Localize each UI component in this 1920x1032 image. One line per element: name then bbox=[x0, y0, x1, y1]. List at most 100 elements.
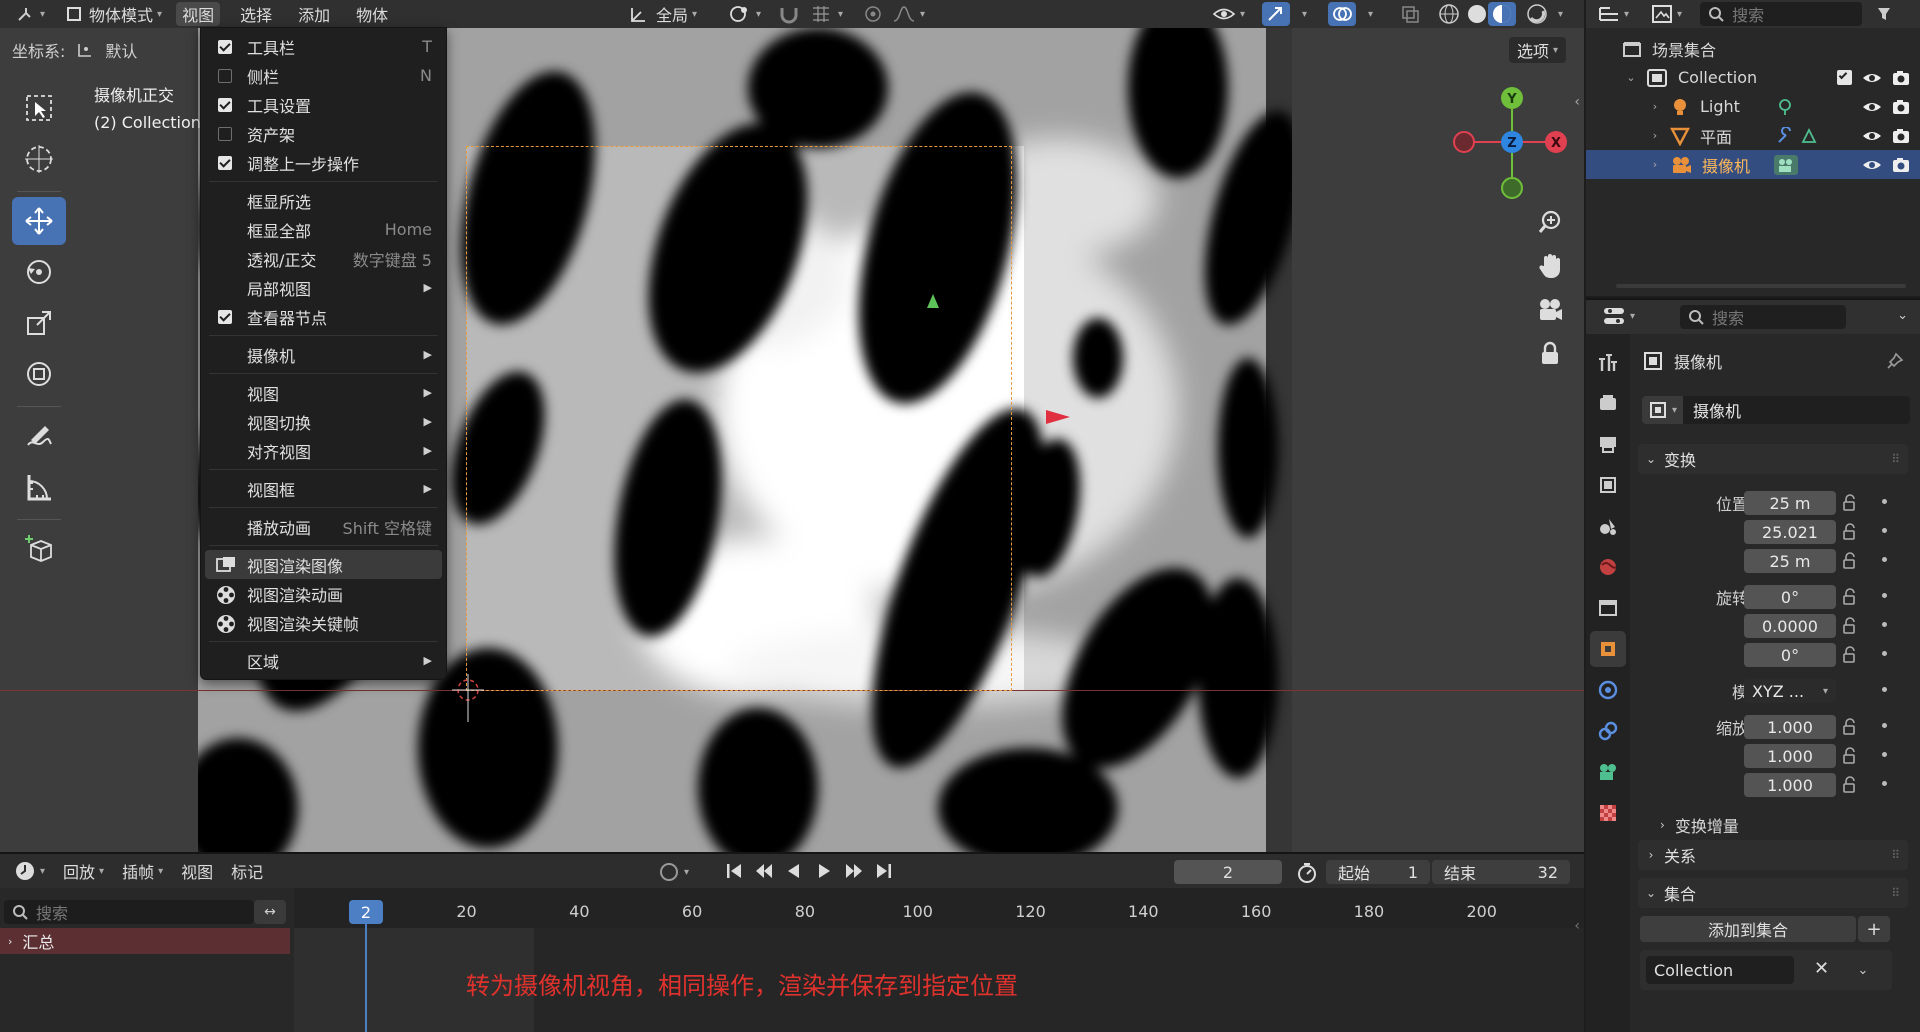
outliner-editor-type[interactable]: ▾ bbox=[1598, 4, 1629, 24]
stopwatch-icon[interactable] bbox=[1296, 862, 1318, 884]
proportional-edit-toggle[interactable] bbox=[856, 2, 890, 26]
tool-cursor[interactable] bbox=[12, 135, 66, 183]
tab-physics[interactable] bbox=[1590, 672, 1626, 708]
view-menu-item[interactable]: 调整上一步操作 bbox=[201, 148, 446, 177]
lock-icon[interactable] bbox=[1842, 494, 1862, 512]
menu-object[interactable]: 物体 bbox=[350, 2, 394, 26]
swap-button[interactable]: ↔ bbox=[254, 900, 286, 924]
timeline-ruler[interactable]: 20 40 60 80 100 120 140 160 180 200 bbox=[294, 900, 1584, 926]
tab-view-layer[interactable] bbox=[1590, 467, 1626, 503]
view-menu-item[interactable]: 摄像机 ▶ bbox=[201, 340, 446, 369]
eye-icon[interactable] bbox=[1862, 71, 1882, 85]
navigation-gizmo[interactable]: Y X Z bbox=[1448, 82, 1568, 202]
view-menu-item[interactable]: 侧栏 N bbox=[201, 61, 446, 90]
jump-end-icon[interactable] bbox=[874, 862, 894, 880]
next-keyframe-icon[interactable] bbox=[844, 862, 864, 880]
expand-icon[interactable]: › bbox=[1648, 129, 1662, 142]
tool-add-cube[interactable] bbox=[12, 525, 66, 573]
checkbox-checked-icon[interactable] bbox=[218, 98, 232, 112]
timeline-search-input[interactable]: 搜索 bbox=[4, 900, 254, 924]
auto-keying-toggle[interactable]: ▾ bbox=[658, 861, 689, 883]
view-menu-item[interactable]: 查看器节点 bbox=[201, 302, 446, 331]
timeline-editor[interactable]: ▾ 回放 ▾ 插帧 ▾ 视图 标记 ▾ 2 起始 1 结束 32 搜索 ↔ › … bbox=[0, 852, 1584, 1032]
view-menu-item[interactable]: 视图切换 ▶ bbox=[201, 407, 446, 436]
outliner-collection[interactable]: ⌄ Collection bbox=[1586, 63, 1920, 92]
view-menu-item[interactable]: 透视/正交 数字键盘 5 bbox=[201, 244, 446, 273]
collapse-icon[interactable]: ⌄ bbox=[1624, 71, 1638, 84]
gizmo-dropdown[interactable]: ▾ bbox=[1292, 2, 1313, 26]
sidebar-toggle-icon[interactable]: ‹ bbox=[1574, 94, 1580, 110]
menu-view[interactable]: 视图 bbox=[176, 2, 221, 26]
scale-z-field[interactable]: 1.000 bbox=[1744, 773, 1836, 797]
outliner-scrollbar[interactable] bbox=[1616, 284, 1906, 288]
keyframe-dot-icon[interactable] bbox=[1882, 528, 1887, 533]
gizmo-toggle[interactable] bbox=[1262, 2, 1290, 26]
xray-toggle[interactable] bbox=[1394, 2, 1426, 26]
filter-icon[interactable] bbox=[1876, 5, 1892, 23]
camera-render-icon[interactable] bbox=[1892, 128, 1910, 144]
camera-render-icon[interactable] bbox=[1892, 157, 1910, 173]
view-menu-item[interactable]: 视图渲染动画 bbox=[201, 579, 446, 608]
eye-icon[interactable] bbox=[1862, 100, 1882, 114]
keyframe-dot-icon[interactable] bbox=[1882, 499, 1887, 504]
keyframe-dot-icon[interactable] bbox=[1882, 557, 1887, 562]
checkbox-checked-icon[interactable] bbox=[218, 156, 232, 170]
tab-collection[interactable] bbox=[1590, 590, 1626, 626]
pin-icon[interactable] bbox=[1886, 352, 1904, 370]
keyframe-dot-icon[interactable] bbox=[1882, 593, 1887, 598]
menu-marker[interactable]: 标记 bbox=[231, 859, 263, 883]
properties-search-input[interactable]: 搜索 bbox=[1680, 305, 1846, 329]
view-menu-item[interactable]: 视图渲染关键帧 bbox=[201, 608, 446, 637]
orientation-dropdown[interactable]: 全局 ▾ bbox=[622, 2, 703, 26]
scale-x-field[interactable]: 1.000 bbox=[1744, 715, 1836, 739]
play-reverse-icon[interactable] bbox=[784, 862, 804, 880]
tab-texture[interactable] bbox=[1590, 795, 1626, 831]
keyframe-dot-icon[interactable] bbox=[1882, 781, 1887, 786]
outliner-scene-collection[interactable]: 场景集合 bbox=[1586, 34, 1920, 63]
keyframe-dot-icon[interactable] bbox=[1882, 651, 1887, 656]
chevron-down-icon[interactable]: ⌄ bbox=[1897, 308, 1908, 323]
checkbox-unchecked-icon[interactable] bbox=[218, 69, 232, 83]
tab-object[interactable] bbox=[1590, 631, 1626, 667]
tool-move[interactable] bbox=[12, 197, 66, 245]
pivot-dropdown[interactable]: ▾ bbox=[722, 2, 767, 26]
lock-icon[interactable] bbox=[1842, 747, 1862, 765]
view-menu-item[interactable]: 资产架 bbox=[201, 119, 446, 148]
keyframe-dot-icon[interactable] bbox=[1882, 622, 1887, 627]
end-frame-field[interactable]: 结束 32 bbox=[1432, 860, 1570, 884]
delta-transform-subpanel[interactable]: › 变换增量 bbox=[1660, 812, 1739, 838]
view-menu-item[interactable]: 工具栏 T bbox=[201, 32, 446, 61]
keyframe-dot-icon[interactable] bbox=[1882, 687, 1887, 692]
relations-panel-header[interactable]: › 关系 ⠿ bbox=[1638, 840, 1908, 870]
tab-constraints[interactable] bbox=[1590, 713, 1626, 749]
outliner-object-light[interactable]: › Light bbox=[1586, 92, 1920, 121]
start-frame-field[interactable]: 起始 1 bbox=[1326, 860, 1430, 884]
editor-type-button[interactable]: ▾ bbox=[10, 2, 51, 26]
tab-output[interactable] bbox=[1590, 426, 1626, 462]
object-browser-dropdown[interactable]: ▾ bbox=[1642, 396, 1684, 424]
keyframe-dot-icon[interactable] bbox=[1882, 723, 1887, 728]
rotation-y-field[interactable]: 0.0000 bbox=[1744, 614, 1836, 638]
options-dropdown[interactable]: 选项 ▾ bbox=[1508, 37, 1566, 63]
menu-add[interactable]: 添加 bbox=[292, 2, 336, 26]
checkbox-checked-icon[interactable] bbox=[218, 40, 232, 54]
scale-y-field[interactable]: 1.000 bbox=[1744, 744, 1836, 768]
collections-panel-header[interactable]: ⌄ 集合 ⠿ bbox=[1638, 878, 1908, 908]
display-mode-dropdown[interactable]: ▾ bbox=[1651, 4, 1682, 24]
eye-icon[interactable] bbox=[1862, 129, 1882, 143]
tool-rotate[interactable] bbox=[12, 248, 66, 296]
jump-start-icon[interactable] bbox=[724, 862, 744, 880]
tab-tool[interactable] bbox=[1590, 344, 1626, 380]
snap-toggle[interactable] bbox=[772, 2, 806, 26]
view-menu-item[interactable]: 区域 ▶ bbox=[201, 646, 446, 675]
rotation-z-field[interactable]: 0° bbox=[1744, 643, 1836, 667]
tab-object-data[interactable] bbox=[1590, 754, 1626, 790]
overlay-dropdown[interactable]: ▾ bbox=[1358, 2, 1379, 26]
drag-handle-icon[interactable]: ⠿ bbox=[1891, 886, 1900, 900]
collection-specials-dropdown[interactable]: ⌄ bbox=[1850, 958, 1876, 982]
menu-select[interactable]: 选择 bbox=[234, 2, 278, 26]
snap-target-dropdown[interactable]: ▾ bbox=[804, 2, 849, 26]
view-menu-item[interactable]: 工具设置 bbox=[201, 90, 446, 119]
outliner-object-plane[interactable]: › 平面 bbox=[1586, 121, 1920, 150]
transform-panel-header[interactable]: ⌄ 变换 ⠿ bbox=[1638, 444, 1908, 474]
